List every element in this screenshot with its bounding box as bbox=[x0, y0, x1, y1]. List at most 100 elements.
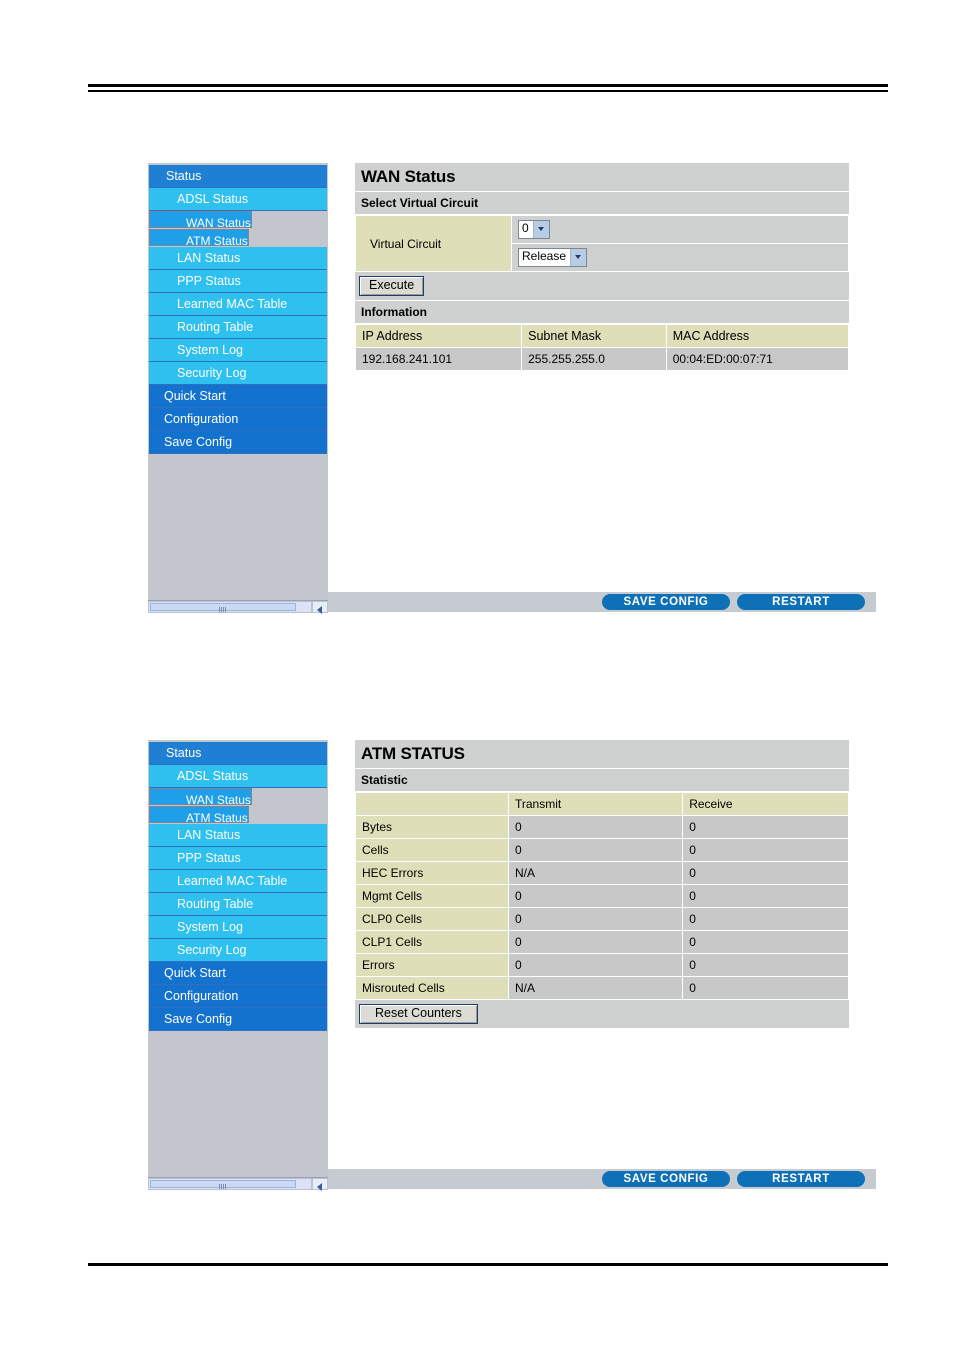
column-header-receive: Receive bbox=[682, 792, 849, 816]
column-header-transmit: Transmit bbox=[507, 792, 684, 816]
table-row: Cells 0 0 bbox=[355, 838, 849, 862]
cell-receive: 0 bbox=[682, 907, 849, 931]
sidebar-item-security-log[interactable]: Security Log bbox=[149, 939, 327, 962]
scrollbar-right-arrow-icon[interactable] bbox=[312, 1178, 328, 1191]
sidebar-item-ppp-status[interactable]: PPP Status bbox=[149, 847, 327, 870]
sidebar-item-label: LAN Status bbox=[177, 251, 241, 265]
cell-transmit: 0 bbox=[507, 930, 684, 954]
cell-transmit: N/A bbox=[507, 976, 684, 1000]
page-title: ATM STATUS bbox=[355, 740, 849, 769]
scrollbar-track[interactable] bbox=[148, 1178, 312, 1190]
cell-metric-name: CLP1 Cells bbox=[355, 930, 509, 954]
save-config-button[interactable]: SAVE CONFIG bbox=[602, 1171, 730, 1187]
table-row: CLP0 Cells 0 0 bbox=[355, 907, 849, 931]
cell-receive: 0 bbox=[682, 815, 849, 839]
scrollbar-thumb[interactable] bbox=[150, 603, 296, 612]
action-select[interactable]: Release bbox=[518, 248, 588, 267]
horizontal-scrollbar[interactable] bbox=[148, 600, 328, 614]
virtual-circuit-select[interactable]: 0 bbox=[518, 220, 550, 239]
sidebar-item-label: LAN Status bbox=[177, 828, 241, 842]
sidebar-item-label: WAN Status bbox=[186, 216, 251, 229]
sidebar-item-label: Save Config bbox=[164, 1012, 233, 1026]
sidebar-item-label: Learned MAC Table bbox=[177, 297, 288, 311]
scrollbar-thumb[interactable] bbox=[150, 1180, 296, 1189]
table-row: CLP1 Cells 0 0 bbox=[355, 930, 849, 954]
sidebar-item-wan-status[interactable]: WAN Status bbox=[149, 788, 252, 806]
cell-metric-name: Cells bbox=[355, 838, 509, 862]
information-table: IP Address Subnet Mask MAC Address 192.1… bbox=[354, 324, 850, 371]
reset-counters-button[interactable]: Reset Counters bbox=[359, 1004, 478, 1024]
sidebar-item-label: Quick Start bbox=[164, 389, 226, 403]
sidebar-item-lan-status[interactable]: LAN Status bbox=[149, 247, 327, 270]
scrollbar-track[interactable] bbox=[148, 601, 312, 613]
sidebar-item-learned-mac-table[interactable]: Learned MAC Table bbox=[149, 293, 327, 316]
horizontal-scrollbar[interactable] bbox=[148, 1177, 328, 1191]
cell-metric-name: Errors bbox=[355, 953, 509, 977]
page-rule-top bbox=[88, 84, 888, 87]
sidebar-item-atm-status[interactable]: ATM Status bbox=[149, 806, 249, 824]
sidebar-item-label: Save Config bbox=[164, 435, 233, 449]
action-footer: SAVE CONFIG RESTART bbox=[328, 592, 876, 612]
atm-table-body: Bytes 0 0 Cells 0 0 HEC Errors N/A 0 Mgmt Cells 0 0… bbox=[355, 815, 849, 1000]
sidebar-item-list: Status ADSL Status WAN Status ATM Status LAN… bbox=[149, 165, 327, 454]
chevron-down-icon[interactable] bbox=[532, 221, 549, 238]
sidebar-item-configuration[interactable]: Configuration bbox=[149, 985, 327, 1008]
sidebar-item-atm-status[interactable]: ATM Status bbox=[149, 229, 249, 247]
atm-content-pane: ATM STATUS Statistic Transmit Receive By… bbox=[328, 740, 876, 1169]
virtual-circuit-select-cell: 0 bbox=[511, 215, 849, 244]
table-header-row: Transmit Receive bbox=[355, 792, 849, 816]
scrollbar-grip-icon bbox=[218, 1184, 227, 1189]
column-header-mac-address: MAC Address bbox=[665, 324, 850, 348]
restart-button[interactable]: RESTART bbox=[737, 594, 865, 610]
sidebar-item-label: System Log bbox=[177, 920, 244, 934]
sidebar-item-learned-mac-table[interactable]: Learned MAC Table bbox=[149, 870, 327, 893]
cell-ip-address: 192.168.241.101 bbox=[354, 347, 523, 371]
save-config-button[interactable]: SAVE CONFIG bbox=[602, 594, 730, 610]
table-row: HEC Errors N/A 0 bbox=[355, 861, 849, 885]
sidebar-item-status[interactable]: Status bbox=[149, 742, 327, 765]
sidebar-item-quick-start[interactable]: Quick Start bbox=[149, 962, 327, 985]
sidebar-item-routing-table[interactable]: Routing Table bbox=[149, 893, 327, 916]
chevron-down-icon[interactable] bbox=[570, 249, 587, 266]
sidebar-item-system-log[interactable]: System Log bbox=[149, 339, 327, 362]
sidebar-item-configuration[interactable]: Configuration bbox=[149, 408, 327, 431]
column-header-blank bbox=[355, 792, 509, 816]
sidebar-item-adsl-status[interactable]: ADSL Status bbox=[149, 765, 327, 788]
sidebar-item-lan-status[interactable]: LAN Status bbox=[149, 824, 327, 847]
sidebar-item-label: Configuration bbox=[164, 412, 239, 426]
wan-content-pane: WAN Status Select Virtual Circuit Virtua… bbox=[328, 163, 876, 592]
section-statistic: Statistic bbox=[355, 769, 849, 792]
cell-transmit: 0 bbox=[507, 815, 684, 839]
sidebar-navigation: Status ADSL Status WAN Status ATM Status LAN… bbox=[148, 740, 328, 1189]
sidebar-item-label: Status bbox=[166, 169, 202, 183]
sidebar-item-security-log[interactable]: Security Log bbox=[149, 362, 327, 385]
cell-receive: 0 bbox=[682, 884, 849, 908]
scrollbar-right-arrow-icon[interactable] bbox=[312, 601, 328, 614]
sidebar-item-wan-status[interactable]: WAN Status bbox=[149, 211, 252, 229]
execute-bar: Execute bbox=[355, 272, 849, 301]
sidebar-item-save-config[interactable]: Save Config bbox=[149, 1008, 327, 1031]
table-row: Misrouted Cells N/A 0 bbox=[355, 976, 849, 1000]
table-row: Errors 0 0 bbox=[355, 953, 849, 977]
column-header-ip-address: IP Address bbox=[354, 324, 523, 348]
sidebar-item-label: ATM Status bbox=[186, 811, 248, 824]
sidebar-item-label: Security Log bbox=[177, 366, 247, 380]
page-rule-top-2 bbox=[88, 90, 888, 92]
execute-button[interactable]: Execute bbox=[359, 276, 425, 296]
sidebar-item-system-log[interactable]: System Log bbox=[149, 916, 327, 939]
sidebar-item-label: WAN Status bbox=[186, 793, 251, 806]
sidebar-item-ppp-status[interactable]: PPP Status bbox=[149, 270, 327, 293]
restart-button[interactable]: RESTART bbox=[737, 1171, 865, 1187]
sidebar-item-routing-table[interactable]: Routing Table bbox=[149, 316, 327, 339]
action-selected-value: Release bbox=[522, 249, 567, 263]
table-row: Bytes 0 0 bbox=[355, 815, 849, 839]
reset-counters-bar: Reset Counters bbox=[355, 1000, 849, 1029]
sidebar-item-label: System Log bbox=[177, 343, 244, 357]
sidebar-item-status[interactable]: Status bbox=[149, 165, 327, 188]
sidebar-item-label: Learned MAC Table bbox=[177, 874, 288, 888]
sidebar-item-quick-start[interactable]: Quick Start bbox=[149, 385, 327, 408]
sidebar-item-save-config[interactable]: Save Config bbox=[149, 431, 327, 454]
sidebar-item-label: ATM Status bbox=[186, 234, 248, 247]
sidebar-item-label: Quick Start bbox=[164, 966, 226, 980]
sidebar-item-adsl-status[interactable]: ADSL Status bbox=[149, 188, 327, 211]
